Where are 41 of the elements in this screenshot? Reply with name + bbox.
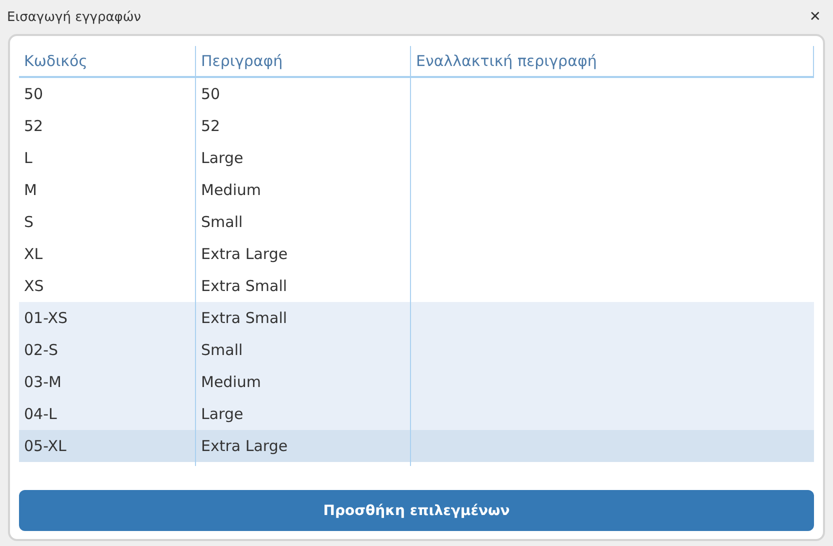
table-cell: 52 — [24, 117, 44, 135]
table-cell: 05-XL — [24, 437, 66, 455]
table-cell: XS — [24, 277, 44, 295]
table-row[interactable]: 03-M Medium — [19, 366, 814, 398]
add-selected-button[interactable]: Προσθήκη επιλεγμένων — [19, 490, 814, 531]
table-row[interactable]: 04-L Large — [19, 398, 814, 430]
window-title: Εισαγωγή εγγραφών — [7, 10, 142, 24]
table-cell: Medium — [201, 373, 261, 391]
close-button[interactable]: ✕ — [805, 9, 825, 25]
table-row[interactable]: L Large — [19, 142, 814, 174]
table-row[interactable]: 05-XL Extra Large — [19, 430, 814, 462]
column-header[interactable]: Περιγραφή — [195, 46, 410, 76]
table-row[interactable]: 02-S Small — [19, 334, 814, 366]
table-row[interactable]: M Medium — [19, 174, 814, 206]
table-cell: 03-M — [24, 373, 62, 391]
table-row[interactable]: S Small — [19, 206, 814, 238]
table-row[interactable]: 50 50 — [19, 78, 814, 110]
table-cell: 04-L — [24, 405, 57, 423]
table-cell: 50 — [24, 85, 44, 103]
table-cell: Extra Large — [201, 437, 288, 455]
table-row[interactable]: 52 52 — [19, 110, 814, 142]
table-cell: 01-XS — [24, 309, 68, 327]
table-cell: 52 — [201, 117, 220, 135]
table-row[interactable]: XL Extra Large — [19, 238, 814, 270]
table-cell: Small — [201, 341, 243, 359]
table-cell: M — [24, 181, 37, 199]
table-cell: L — [24, 149, 32, 167]
column-header[interactable]: Εναλλακτική περιγραφή — [410, 46, 814, 76]
table-cell: Medium — [201, 181, 261, 199]
table-cell: Large — [201, 149, 244, 167]
table-cell: Small — [201, 213, 243, 231]
table-cell: Large — [201, 405, 244, 423]
table-cell: Extra Small — [201, 309, 288, 327]
table-cell: S — [24, 213, 34, 231]
table-cell: Extra Small — [201, 277, 288, 295]
column-header[interactable]: Κωδικός — [19, 46, 195, 76]
table-cell: 50 — [201, 85, 220, 103]
table-row[interactable]: 01-XS Extra Small — [19, 302, 814, 334]
table-cell: Extra Large — [201, 245, 288, 263]
table-cell: 02-S — [24, 341, 58, 359]
table-cell: XL — [24, 245, 43, 263]
